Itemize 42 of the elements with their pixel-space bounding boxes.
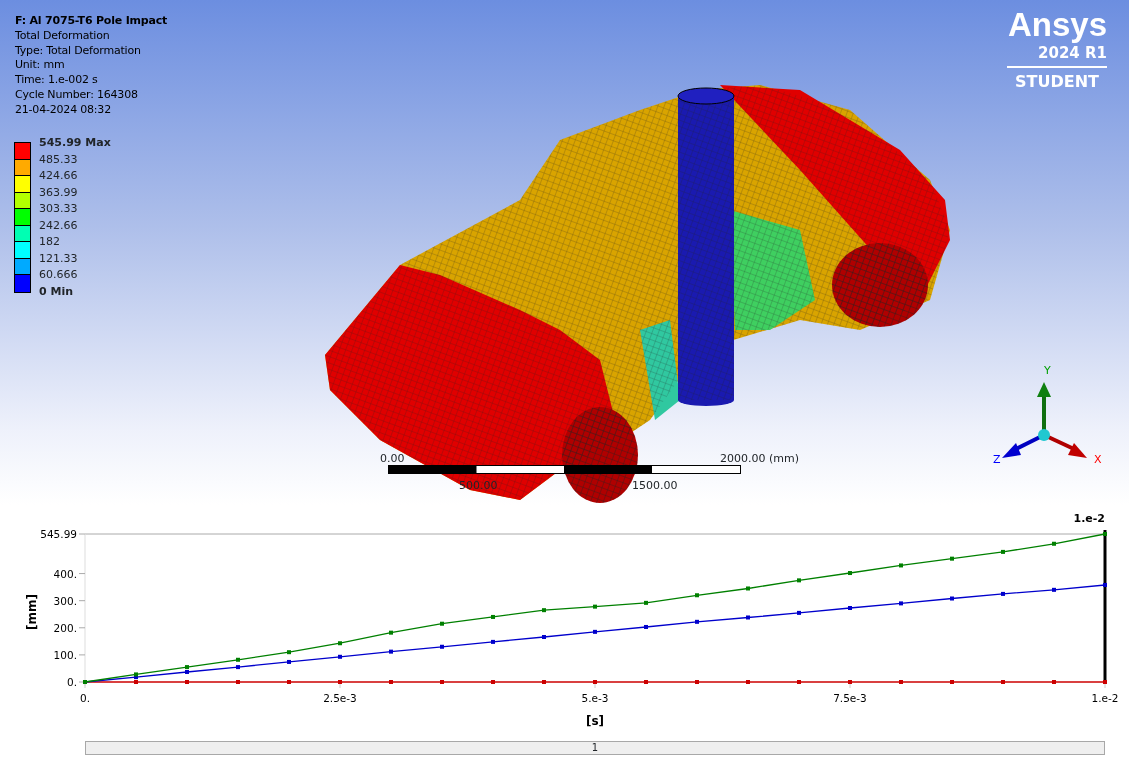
x-tick-label: 1.e-2: [1091, 692, 1119, 704]
y-tick-label: 0.: [66, 676, 77, 688]
x-tick-label: 0.: [80, 692, 90, 704]
y-tick-label: 545.99: [40, 528, 77, 540]
result-info-text: Unit: mm: [15, 58, 66, 74]
axis-label: Z: [993, 453, 1001, 466]
legend-value: 0 Min: [39, 284, 74, 298]
x-tick-label: 2.5e-3: [323, 692, 357, 704]
scale-label: 1500.00: [632, 478, 678, 494]
y-tick-label: 200.: [53, 621, 77, 634]
legend-value: 303.33: [39, 202, 78, 215]
x-tick-label: 5.e-3: [581, 692, 609, 704]
edition-text: STUDENT: [1014, 71, 1100, 93]
legend-value: 545.99 Max: [39, 136, 111, 149]
result-info-text: Time: 1.e-002 s: [15, 73, 99, 88]
x-axis-label: [s]: [585, 714, 605, 728]
y-tick-label: 100.: [53, 648, 77, 661]
result-info-text: 21-04-2024 08:32: [15, 102, 112, 118]
timeline-bar[interactable]: 1: [85, 741, 1105, 755]
result-info-text: Type: Total Deformation: [15, 43, 142, 59]
x-tick-label: 7.5e-3: [833, 692, 867, 704]
axis-label: Y: [1044, 365, 1051, 377]
axis-label: X: [1094, 453, 1102, 466]
version-text: 2024 R1: [1037, 44, 1107, 62]
legend-value: 60.666: [39, 268, 78, 281]
brand-logo-text: Ansys: [1007, 6, 1107, 44]
result-title: F: Al 7075-T6 Pole Impact: [15, 14, 168, 29]
y-axis-label: [mm]: [25, 594, 39, 630]
result-info-text: Cycle Number: 164308: [15, 88, 139, 103]
y-tick-label: 300.: [53, 594, 77, 607]
y-tick-label: 400.: [53, 567, 77, 580]
scale-label: 2000.00 (mm): [720, 451, 799, 467]
legend-value: 363.99: [39, 185, 78, 199]
legend-value: 121.33: [39, 251, 78, 265]
legend-value: 242.66: [39, 218, 78, 232]
legend-value: 485.33: [39, 152, 78, 166]
scale-label: 500.00: [459, 478, 498, 494]
legend-value: 424.66: [39, 169, 78, 182]
cursor-label: 1.e-2: [1073, 512, 1105, 525]
result-info-text: Total Deformation: [15, 28, 111, 44]
legend-value: 182: [39, 235, 60, 248]
scale-label: 0.00: [380, 451, 405, 467]
